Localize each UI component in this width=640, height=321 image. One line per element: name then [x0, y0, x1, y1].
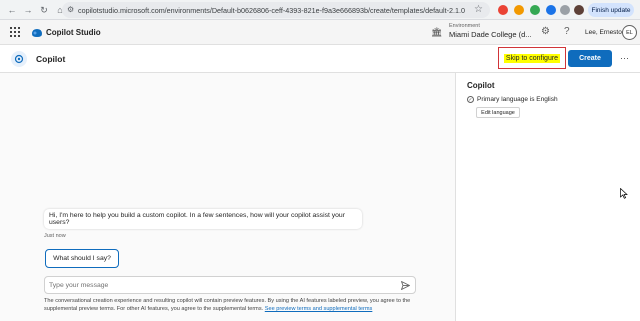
- extension-icon[interactable]: [514, 5, 524, 15]
- create-button[interactable]: Create: [568, 50, 612, 67]
- message-input[interactable]: [49, 279, 389, 292]
- url-text: copilotstudio.microsoft.com/environments…: [78, 5, 466, 15]
- profile-icon[interactable]: [574, 5, 584, 15]
- extension-icon[interactable]: [546, 5, 556, 15]
- chat-pane: Hi, I'm here to help you build a custom …: [0, 73, 455, 321]
- page-title: Copilot: [36, 54, 66, 64]
- primary-language-text: Primary language is English: [477, 96, 558, 103]
- send-icon[interactable]: [400, 280, 411, 291]
- extension-icon[interactable]: [530, 5, 540, 15]
- avatar[interactable]: EL: [622, 25, 637, 40]
- brand-name: Copilot Studio: [46, 28, 101, 37]
- environment-label: Environment: [449, 23, 480, 29]
- settings-icon[interactable]: ⚙: [541, 26, 550, 37]
- more-options-button[interactable]: ···: [620, 53, 629, 63]
- check-circle-icon: ✓: [467, 96, 474, 103]
- reload-icon[interactable]: ↻: [38, 4, 50, 16]
- browser-toolbar: ← → ↻ ⌂ ⚙ copilotstudio.microsoft.com/en…: [0, 0, 640, 20]
- copilot-icon: [11, 51, 27, 67]
- suggestion-chip[interactable]: What should I say?: [45, 249, 119, 268]
- bot-message: Hi, I'm here to help you build a custom …: [44, 209, 362, 229]
- edit-language-button[interactable]: Edit language: [476, 107, 520, 118]
- message-input-box: [44, 276, 416, 294]
- mouse-cursor-icon: [620, 188, 628, 199]
- extension-icon[interactable]: [498, 5, 508, 15]
- address-bar[interactable]: ⚙ copilotstudio.microsoft.com/environmen…: [62, 2, 490, 18]
- preview-disclaimer: The conversational creation experience a…: [44, 297, 444, 313]
- app-launcher-icon[interactable]: [10, 27, 20, 37]
- help-icon[interactable]: ?: [564, 26, 570, 37]
- skip-to-configure-button[interactable]: Skip to configure: [503, 53, 561, 63]
- preview-terms-link[interactable]: See preview terms and supplemental terms: [265, 306, 373, 312]
- back-arrow-icon[interactable]: ←: [6, 4, 18, 16]
- user-name: Lee, Ernesto: [585, 29, 622, 36]
- environment-selector[interactable]: Miami Dade College (d...: [449, 30, 532, 39]
- forward-arrow-icon[interactable]: →: [22, 4, 34, 16]
- page-toolbar: Copilot Skip to configure Create ···: [0, 45, 640, 73]
- finish-update-button[interactable]: Finish update: [588, 3, 634, 17]
- star-icon[interactable]: ☆: [474, 4, 483, 15]
- skip-to-configure-highlight: Skip to configure: [498, 47, 566, 69]
- app-header: Copilot Studio 🏛 Environment Miami Dade …: [0, 20, 640, 45]
- extension-icon[interactable]: [560, 5, 570, 15]
- site-info-icon[interactable]: ⚙: [67, 5, 74, 14]
- side-panel-title: Copilot: [467, 81, 495, 90]
- copilot-studio-logo-icon: [32, 29, 42, 37]
- configuration-side-panel: Copilot ✓ Primary language is English Ed…: [455, 73, 640, 321]
- message-timestamp: Just now: [44, 233, 66, 239]
- environment-icon: 🏛: [431, 27, 443, 37]
